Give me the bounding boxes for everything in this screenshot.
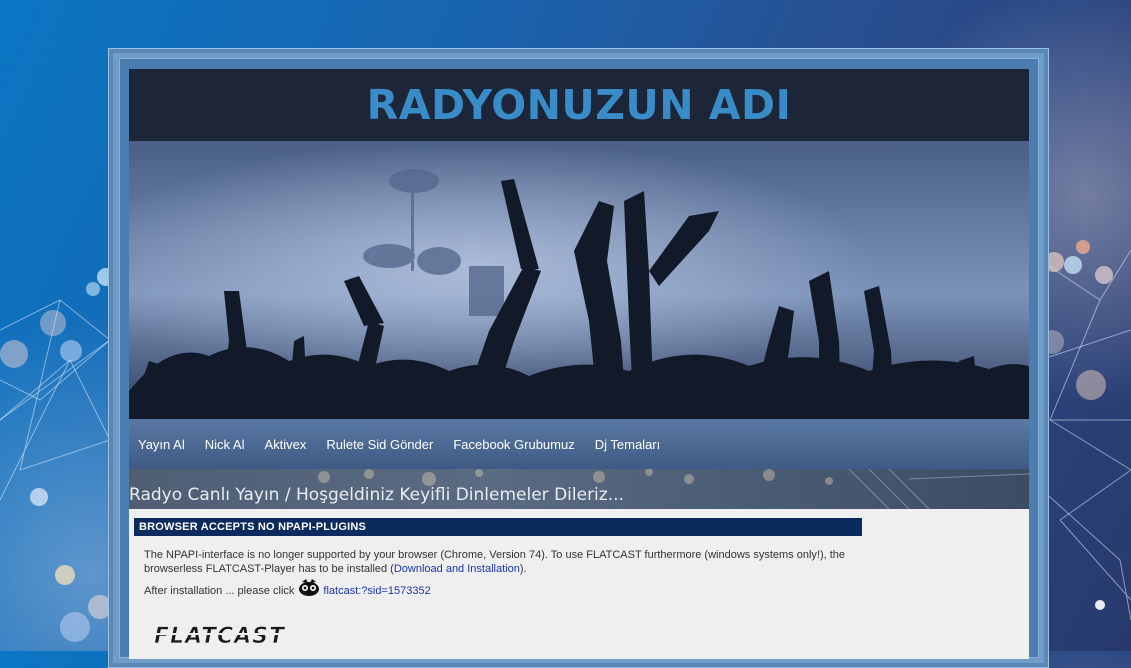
welcome-message: Radyo Canlı Yayın / Hoşgeldiniz Keyifli …	[129, 485, 624, 505]
flatcast-player-link[interactable]: flatcast:?sid=1573352	[323, 585, 430, 597]
bokeh-light	[0, 340, 28, 368]
bokeh-light	[1076, 240, 1090, 254]
flatcast-player-icon[interactable]	[298, 579, 320, 597]
flatcast-logo: FLATCAST	[154, 624, 354, 651]
after-installation-text: After installation ... please click	[144, 585, 295, 597]
main-navigation: Yayın Al Nick Al Aktivex Rulete Sid Gönd…	[129, 419, 1029, 469]
nav-item-yayin-al[interactable]: Yayın Al	[138, 437, 185, 452]
nav-item-rulete-sid-gonder[interactable]: Rulete Sid Gönder	[326, 437, 433, 452]
nav-item-facebook-grubumuz[interactable]: Facebook Grubumuz	[453, 437, 574, 452]
nav-item-nick-al[interactable]: Nick Al	[205, 437, 245, 452]
bokeh-light	[86, 282, 100, 296]
bokeh-light	[60, 340, 82, 362]
bokeh-light	[1076, 370, 1106, 400]
site-container: RADYONUZUN ADI Yayın Al Nick Al Aktivex …	[129, 69, 1029, 659]
concert-banner-image	[129, 141, 1029, 419]
nav-item-dj-temalari[interactable]: Dj Temaları	[595, 437, 661, 452]
site-title[interactable]: RADYONUZUN ADI	[367, 81, 792, 129]
bokeh-light	[1095, 266, 1113, 284]
player-content: BROWSER ACCEPTS NO NPAPI-PLUGINS The NPA…	[129, 509, 1029, 659]
plugin-warning-title: BROWSER ACCEPTS NO NPAPI-PLUGINS	[134, 518, 862, 536]
bokeh-light	[1095, 600, 1105, 610]
bokeh-light	[55, 565, 75, 585]
bokeh-light	[1064, 256, 1082, 274]
after-installation-row: After installation ... please click flat…	[144, 579, 431, 600]
plugin-warning-message: The NPAPI-interface is no longer support…	[144, 548, 854, 576]
bokeh-light	[40, 310, 66, 336]
download-installation-link[interactable]: Download and Installation	[394, 563, 520, 575]
site-header: RADYONUZUN ADI	[129, 69, 1029, 141]
bokeh-light	[60, 612, 90, 642]
nav-item-aktivex[interactable]: Aktivex	[264, 437, 306, 452]
welcome-bar: Radyo Canlı Yayın / Hoşgeldiniz Keyifli …	[129, 469, 1029, 509]
bokeh-light	[30, 488, 48, 506]
plugin-message-end: ).	[519, 563, 527, 575]
